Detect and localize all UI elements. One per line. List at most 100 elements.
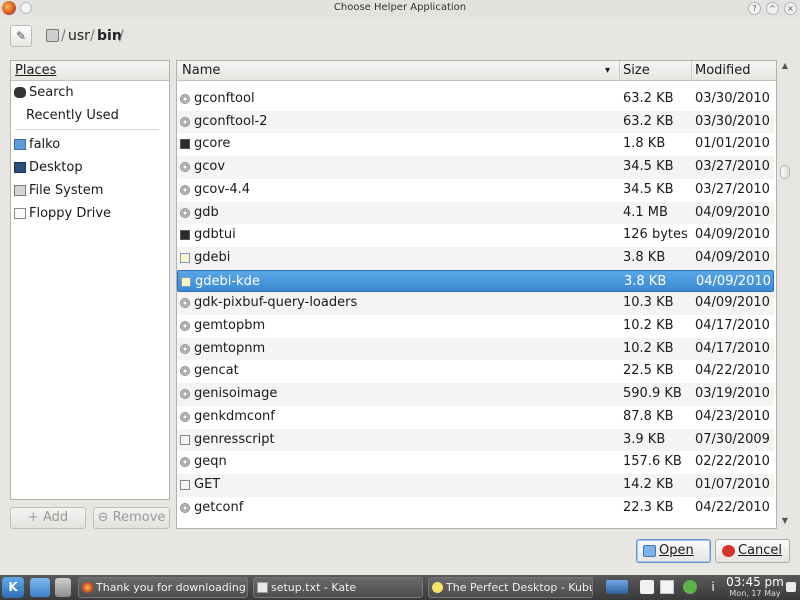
file-size: 590.9 KB bbox=[623, 386, 682, 402]
desktop-show-icon[interactable] bbox=[786, 582, 796, 592]
lightbulb-icon bbox=[432, 582, 443, 593]
column-name[interactable]: Name bbox=[182, 63, 220, 78]
python-script-icon bbox=[181, 276, 191, 287]
breadcrumb-usr[interactable]: usr bbox=[68, 28, 90, 44]
places-header[interactable]: Places bbox=[11, 61, 169, 81]
place-label: File System bbox=[29, 183, 104, 198]
file-name: genkdmconf bbox=[194, 408, 275, 424]
file-name: gencat bbox=[194, 363, 239, 379]
file-name: gdebi-kde bbox=[195, 273, 260, 289]
task-browser[interactable]: The Perfect Desktop - Kubuntu bbox=[428, 577, 593, 598]
add-place-button[interactable]: + Add bbox=[10, 507, 86, 529]
sort-arrow-icon: ▾ bbox=[605, 65, 611, 76]
executable-icon bbox=[180, 457, 190, 468]
file-modified: 04/09/2010 bbox=[695, 249, 770, 265]
place-falko[interactable]: falko bbox=[11, 133, 169, 156]
info-tray-icon[interactable]: i bbox=[706, 580, 720, 594]
file-modified: 03/19/2010 bbox=[695, 386, 770, 402]
file-row[interactable]: gconftool-2 63.2 KB 03/30/2010 bbox=[177, 110, 774, 134]
desktop-pager-icon[interactable] bbox=[55, 578, 71, 597]
file-modified: 01/01/2010 bbox=[695, 136, 770, 152]
script-icon bbox=[180, 479, 190, 490]
file-row[interactable]: GET 14.2 KB 01/07/2010 bbox=[177, 473, 774, 497]
scroll-up-arrow-icon[interactable]: ▲ bbox=[780, 61, 790, 71]
folder-open-icon bbox=[643, 545, 656, 557]
file-row[interactable]: gcov-4.4 34.5 KB 03/27/2010 bbox=[177, 179, 774, 202]
file-name: gdk-pixbuf-query-loaders bbox=[194, 295, 358, 311]
remove-place-button[interactable]: ⊖ Remove bbox=[93, 507, 170, 529]
scroll-down-arrow-icon[interactable]: ▼ bbox=[780, 516, 790, 526]
file-name: gconftool-2 bbox=[194, 113, 268, 129]
file-row[interactable]: gdebi 3.8 KB 04/09/2010 bbox=[177, 246, 774, 270]
file-size: 34.5 KB bbox=[623, 181, 674, 197]
file-size: 1.8 KB bbox=[623, 136, 666, 152]
task-firefox[interactable]: Thank you for downloading Op bbox=[78, 577, 248, 598]
file-row[interactable]: gdebi-kde 3.8 KB 04/09/2010 bbox=[177, 269, 774, 293]
file-modified: 04/22/2010 bbox=[695, 499, 770, 515]
drive-icon[interactable] bbox=[46, 29, 59, 42]
floppy-icon bbox=[14, 208, 26, 219]
edit-path-button[interactable]: ✎ bbox=[10, 25, 32, 47]
open-label: Open bbox=[659, 543, 694, 558]
notes-tray-icon[interactable] bbox=[660, 580, 674, 594]
file-row[interactable]: gdk-pixbuf-query-loaders 10.3 KB 04/09/201… bbox=[177, 292, 774, 315]
file-row[interactable]: gconftool 63.2 KB 03/30/2010 bbox=[177, 88, 774, 111]
scroll-thumb[interactable] bbox=[780, 165, 790, 179]
file-size: 10.2 KB bbox=[623, 340, 674, 356]
column-size[interactable]: Size bbox=[623, 63, 650, 78]
clipboard-tray-icon[interactable] bbox=[640, 580, 654, 594]
file-row[interactable]: gcov 34.5 KB 03/27/2010 bbox=[177, 156, 774, 179]
file-size: 10.3 KB bbox=[623, 295, 674, 311]
place-file-system[interactable]: File System bbox=[11, 179, 169, 202]
file-name: gcov-4.4 bbox=[194, 181, 251, 197]
column-divider[interactable] bbox=[619, 61, 620, 81]
file-size: 10.2 KB bbox=[623, 318, 674, 333]
update-tray-icon[interactable] bbox=[683, 580, 697, 594]
file-modified: 04/17/2010 bbox=[695, 318, 770, 333]
file-row[interactable]: genresscript 3.9 KB 07/30/2009 bbox=[177, 428, 774, 452]
file-size: 126 bytes bbox=[623, 227, 688, 243]
file-row[interactable]: gemtopnm 10.2 KB 04/17/2010 bbox=[177, 337, 774, 361]
file-size: 22.3 KB bbox=[623, 499, 674, 515]
task-kate[interactable]: setup.txt - Kate bbox=[253, 577, 423, 598]
place-recently-used[interactable]: Recently Used bbox=[11, 104, 169, 127]
file-size: 3.8 KB bbox=[624, 273, 667, 289]
executable-icon bbox=[180, 321, 190, 331]
file-row[interactable]: genisoimage 590.9 KB 03/19/2010 bbox=[177, 383, 774, 406]
file-row[interactable]: geqn 157.6 KB 02/22/2010 bbox=[177, 451, 774, 474]
file-size: 63.2 KB bbox=[623, 91, 674, 106]
file-modified: 04/22/2010 bbox=[695, 363, 770, 379]
monitor-tray-icon[interactable] bbox=[606, 580, 628, 594]
file-row[interactable]: gencat 22.5 KB 04/22/2010 bbox=[177, 360, 774, 383]
column-divider[interactable] bbox=[691, 61, 692, 81]
add-label: Add bbox=[42, 510, 69, 525]
cancel-button[interactable]: Cancel bbox=[715, 539, 790, 563]
file-row[interactable]: gdb 4.1 MB 04/09/2010 bbox=[177, 201, 774, 225]
star-launcher-icon[interactable] bbox=[30, 578, 50, 597]
file-row[interactable]: getconf 22.3 KB 04/22/2010 bbox=[177, 497, 774, 520]
column-modified[interactable]: Modified bbox=[695, 63, 750, 78]
path-separator: / bbox=[90, 28, 95, 44]
close-button[interactable]: × bbox=[784, 2, 797, 15]
open-button[interactable]: Open bbox=[636, 539, 711, 563]
place-label: Recently Used bbox=[26, 108, 119, 123]
file-name: GET bbox=[194, 476, 221, 492]
file-row[interactable]: genkdmconf 87.8 KB 04/23/2010 bbox=[177, 406, 774, 429]
file-size: 4.1 MB bbox=[623, 204, 668, 220]
help-button[interactable]: ? bbox=[748, 2, 761, 15]
file-list-scrollbar[interactable]: ▲ ▼ bbox=[779, 60, 791, 529]
kmenu-button[interactable]: K bbox=[2, 577, 24, 598]
file-row[interactable]: gcore 1.8 KB 01/01/2010 bbox=[177, 133, 774, 156]
file-row[interactable]: gdbtui 126 bytes 04/09/2010 bbox=[177, 224, 774, 247]
place-search[interactable]: Search bbox=[11, 81, 169, 104]
file-size: 22.5 KB bbox=[623, 363, 674, 379]
file-modified: 04/17/2010 bbox=[695, 340, 770, 356]
clock[interactable]: 03:45 pm Mon, 17 May bbox=[726, 576, 784, 599]
maximize-button[interactable]: ^ bbox=[766, 2, 779, 15]
file-name: geqn bbox=[194, 454, 227, 470]
place-desktop[interactable]: Desktop bbox=[11, 156, 169, 179]
place-floppy-drive[interactable]: Floppy Drive bbox=[11, 202, 169, 225]
file-size: 14.2 KB bbox=[623, 476, 674, 492]
place-label: falko bbox=[29, 137, 61, 152]
file-row[interactable]: gemtopbm 10.2 KB 04/17/2010 bbox=[177, 315, 774, 338]
